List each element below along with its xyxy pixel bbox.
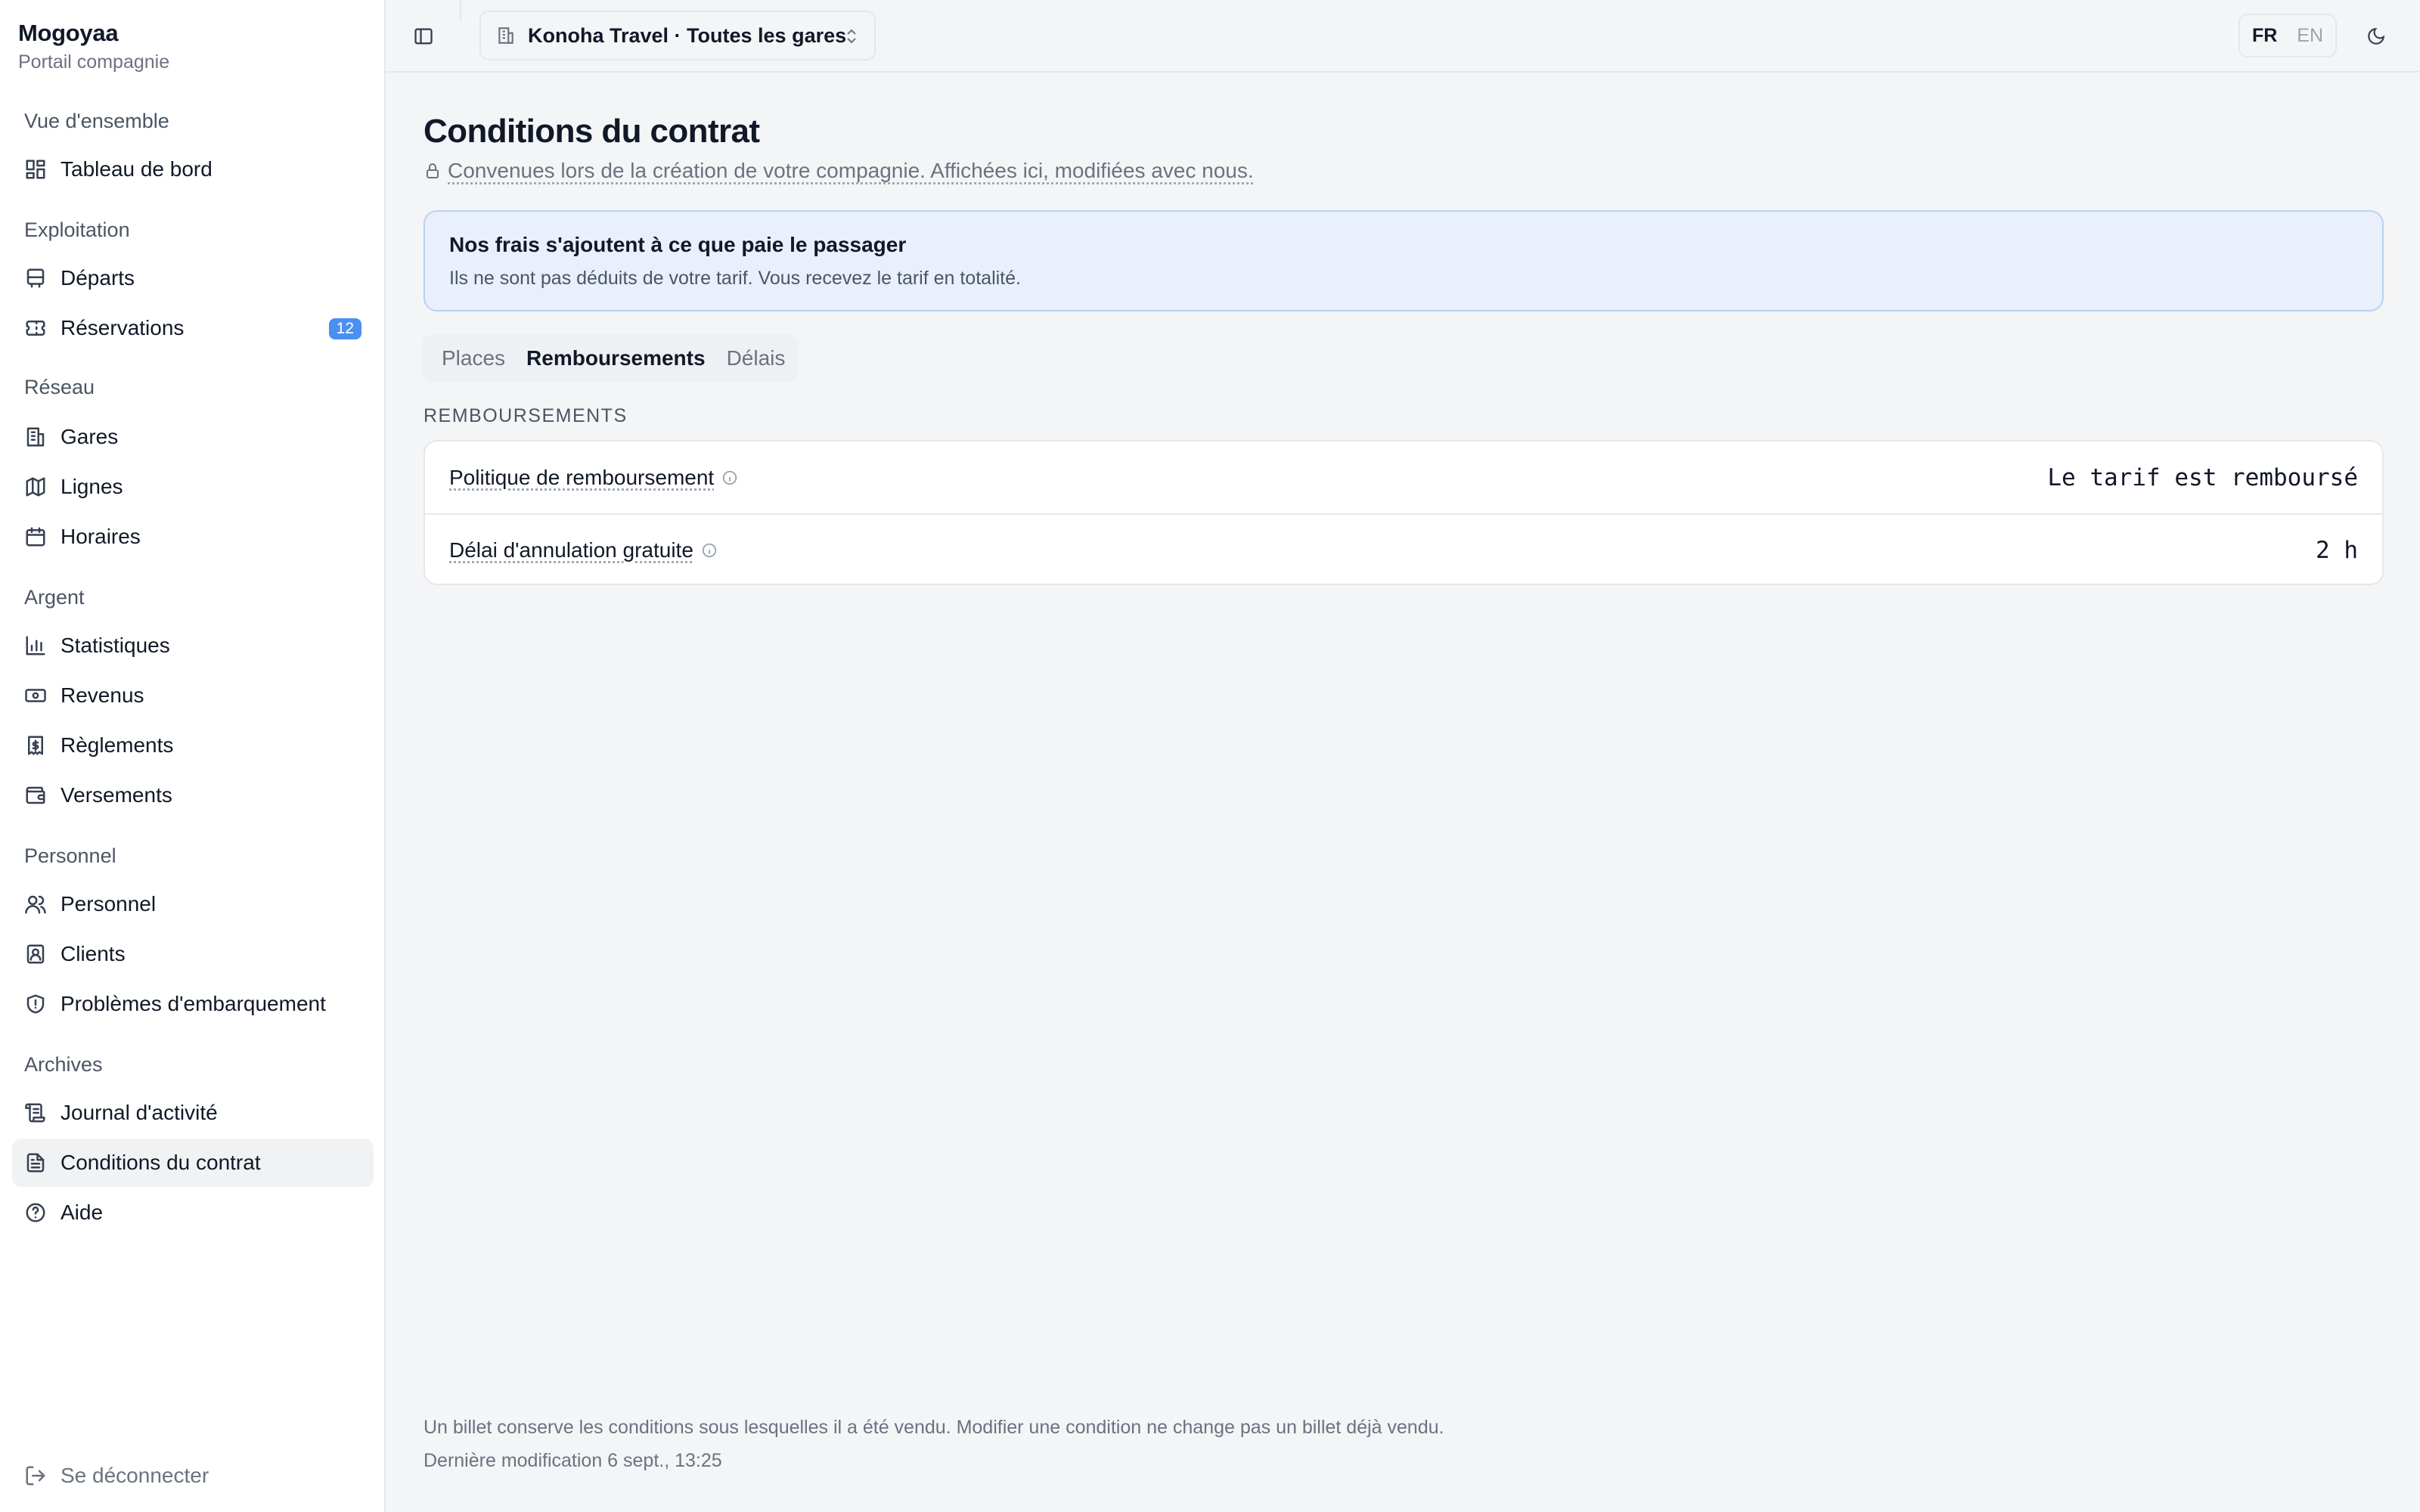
section-title-money: Argent [24, 586, 85, 609]
wallet-icon [24, 784, 47, 807]
logout-icon [24, 1464, 47, 1487]
panel-left-icon [414, 28, 433, 45]
topbar: Konoha Travel · Toutes les gares FR EN [386, 0, 2420, 73]
receipt-icon [24, 734, 47, 757]
sidebar-item-stations[interactable]: Gares [12, 413, 374, 461]
sidebar-item-settlements[interactable]: Règlements [12, 721, 374, 770]
sidebar-item-staff[interactable]: Personnel [12, 880, 374, 928]
refund-policy-value: Le tarif est remboursé [2047, 463, 2358, 491]
lock-icon [427, 163, 439, 178]
sidebar-item-label: Tableau de bord [60, 157, 213, 181]
sidebar-toggle-button[interactable] [408, 21, 439, 51]
sidebar-item-departures[interactable]: Départs [12, 254, 374, 302]
sidebar-item-activity-log[interactable]: Journal d'activité [12, 1089, 374, 1137]
sidebar-item-schedules[interactable]: Horaires [12, 513, 374, 561]
company-selector-label: Konoha Travel · Toutes les gares [528, 23, 847, 47]
page-subtitle: Convenues lors de la création de votre c… [424, 159, 1254, 183]
logout-button[interactable]: Se déconnecter [12, 1452, 374, 1500]
info-icon[interactable] [701, 542, 718, 559]
refund-terms-card: Politique de remboursement Le tarif est … [424, 440, 2384, 585]
sidebar-item-label: Journal d'activité [60, 1101, 218, 1124]
scroll-icon [24, 1101, 47, 1124]
sidebar-item-label: Clients [60, 942, 126, 965]
dashboard-icon [24, 158, 47, 181]
sidebar-item-label: Règlements [60, 733, 174, 757]
sidebar-item-label: Départs [60, 266, 135, 290]
topbar-divider [460, 0, 461, 21]
users-icon [24, 893, 47, 916]
section-title-archives: Archives [24, 1053, 103, 1076]
contact-icon [24, 943, 47, 965]
sidebar-item-label: Personnel [60, 892, 157, 916]
sidebar-item-label: Gares [60, 425, 119, 448]
section-title-overview: Vue d'ensemble [24, 110, 169, 132]
sidebar-item-clients[interactable]: Clients [12, 930, 374, 978]
terms-row: Politique de remboursement Le tarif est … [425, 442, 2382, 513]
sidebar-item-label: Statistiques [60, 634, 170, 657]
sidebar-item-revenue[interactable]: Revenus [12, 671, 374, 720]
bar-chart-icon [24, 634, 47, 657]
page-title: Conditions du contrat [424, 113, 760, 150]
sidebar: Mogoyaa Portail compagnie Vue d'ensemble… [0, 0, 386, 1512]
banknote-icon [24, 684, 47, 707]
brand-subtitle: Portail compagnie [18, 51, 170, 73]
free-cancellation-value: 2 h [2316, 536, 2358, 564]
sidebar-item-contract-terms[interactable]: Conditions du contrat [12, 1139, 374, 1187]
section-title-network: Réseau [24, 376, 95, 398]
logout-label: Se déconnecter [60, 1464, 209, 1487]
sidebar-item-lines[interactable]: Lignes [12, 463, 374, 511]
page-subtitle-text: Convenues lors de la création de votre c… [448, 159, 1254, 182]
map-icon [24, 476, 47, 498]
info-callout-text: Ils ne sont pas déduits de votre tarif. … [449, 268, 1021, 289]
moon-icon [2368, 27, 2385, 45]
theme-toggle-button[interactable] [2363, 23, 2390, 50]
sidebar-item-boarding-issues[interactable]: Problèmes d'embarquement [12, 980, 374, 1028]
file-text-icon [24, 1151, 47, 1174]
help-circle-icon [24, 1201, 47, 1224]
language-fr[interactable]: FR [2252, 25, 2277, 47]
sidebar-item-statistics[interactable]: Statistiques [12, 621, 374, 670]
sidebar-item-label: Conditions du contrat [60, 1151, 261, 1174]
sidebar-item-payouts[interactable]: Versements [12, 771, 374, 820]
terms-row: Délai d'annulation gratuite 2 h [425, 513, 2382, 584]
sidebar-item-label: Revenus [60, 683, 144, 707]
language-en[interactable]: EN [2297, 25, 2323, 47]
last-modified: Dernière modification 6 sept., 13:25 [424, 1450, 722, 1471]
tab-refunds[interactable]: Remboursements [516, 334, 716, 383]
section-title-staff: Personnel [24, 844, 116, 867]
free-cancellation-label[interactable]: Délai d'annulation gratuite [449, 538, 693, 562]
sidebar-item-label: Horaires [60, 525, 141, 548]
ticket-icon [24, 317, 47, 339]
building-icon [24, 426, 47, 448]
calendar-icon [24, 525, 47, 548]
tab-places[interactable]: Places [431, 334, 516, 383]
chevrons-up-down-icon [842, 26, 861, 52]
brand: Mogoyaa Portail compagnie [18, 18, 169, 76]
company-selector[interactable]: Konoha Travel · Toutes les gares [479, 11, 876, 60]
footer-note: Un billet conserve les conditions sous l… [424, 1417, 1444, 1438]
info-callout-title: Nos frais s'ajoutent à ce que paie le pa… [449, 233, 907, 256]
sidebar-item-dashboard[interactable]: Tableau de bord [12, 145, 374, 194]
brand-name: Mogoyaa [18, 20, 119, 46]
sidebar-item-label: Problèmes d'embarquement [60, 992, 326, 1015]
tab-deadlines[interactable]: Délais [716, 334, 796, 383]
info-icon[interactable] [721, 469, 738, 486]
building-icon [496, 26, 516, 45]
sidebar-item-reservations[interactable]: Réservations 12 [12, 304, 374, 352]
shield-alert-icon [24, 993, 47, 1015]
language-switcher: FR EN [2238, 14, 2337, 57]
sidebar-item-label: Versements [60, 783, 172, 807]
section-title-operations: Exploitation [24, 218, 130, 241]
bus-icon [24, 267, 47, 290]
reservations-count-badge: 12 [328, 318, 361, 339]
sidebar-item-label: Aide [60, 1201, 104, 1224]
terms-tabs: Places Remboursements Délais [422, 334, 799, 383]
sidebar-item-label: Lignes [60, 475, 123, 498]
fees-info-callout: Nos frais s'ajoutent à ce que paie le pa… [424, 210, 2384, 311]
refund-policy-label[interactable]: Politique de remboursement [449, 466, 714, 490]
section-label: REMBOURSEMENTS [424, 405, 628, 426]
sidebar-item-label: Réservations [60, 316, 185, 339]
sidebar-item-help[interactable]: Aide [12, 1188, 374, 1237]
